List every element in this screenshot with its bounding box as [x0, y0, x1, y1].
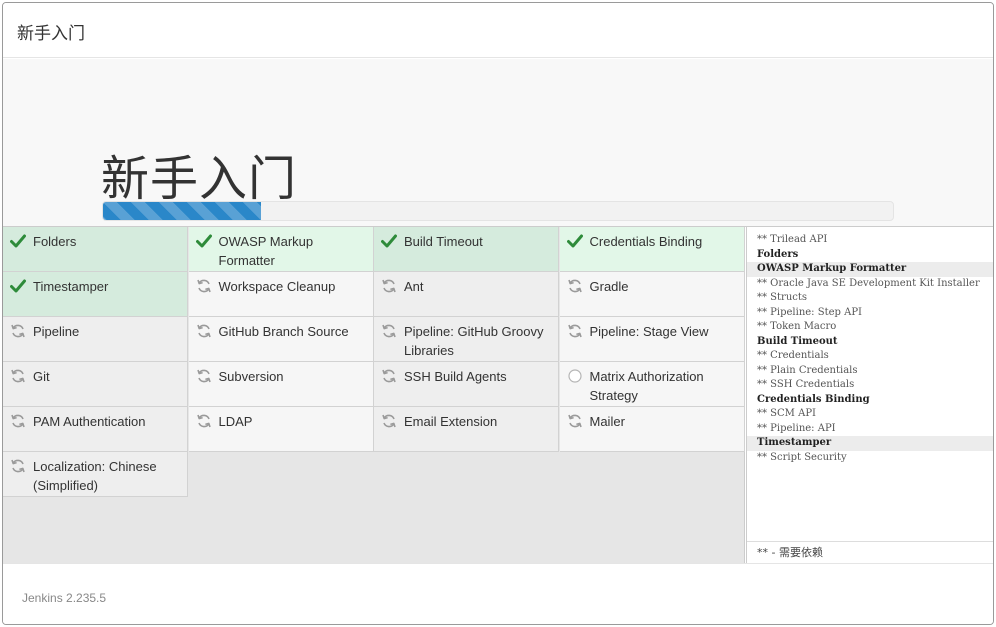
refresh-icon [10, 323, 26, 339]
log-dependency-line: ** Token Macro [757, 321, 837, 332]
header-title: 新手入门 [17, 24, 85, 44]
check-icon [381, 233, 397, 249]
plugin-name: Folders [33, 234, 77, 249]
refresh-icon [381, 413, 397, 429]
log-dependency-line: ** SCM API [757, 408, 816, 419]
circle-icon [567, 368, 583, 384]
plugin-name: Credentials Binding [589, 234, 703, 249]
plugin-item: Workspace Cleanup [188, 272, 374, 317]
refresh-icon [10, 413, 26, 429]
plugin-name: Pipeline: GitHub Groovy Libraries [404, 324, 544, 358]
plugin-item: GitHub Branch Source [188, 317, 374, 362]
plugin-item: Pipeline: Stage View [559, 317, 745, 362]
plugin-item: Ant [374, 272, 559, 317]
plugin-name: SSH Build Agents [404, 369, 507, 384]
plugin-name: Git [33, 369, 50, 384]
log-plugin-line: OWASP Markup Formatter [747, 262, 993, 277]
plugin-item: LDAP [188, 407, 374, 452]
plugin-name: Ant [404, 279, 424, 294]
plugin-name: Gradle [589, 279, 629, 294]
refresh-icon [567, 278, 583, 294]
check-icon [10, 233, 26, 249]
plugin-name: Pipeline: Stage View [589, 324, 709, 339]
check-icon [195, 233, 212, 249]
progress-bar [103, 202, 261, 220]
install-log: ** Trilead API Folders OWASP Markup Format… [747, 233, 993, 465]
log-dependency-line: ** Pipeline: Step API [757, 306, 862, 318]
log-dependency-line: ** Plain Credentials [757, 364, 858, 376]
plugin-name: OWASP Markup Formatter [218, 234, 314, 268]
log-dependency-line: ** Oracle Java SE Development Kit Instal… [757, 277, 980, 289]
plugin-item: Gradle [559, 272, 745, 317]
setup-wizard-dialog: 新手入门 新手入门 Folders OWASP Markup Formatter B… [2, 2, 994, 625]
dialog-header: 新手入门 [3, 3, 993, 58]
plugin-item: Credentials Binding [559, 227, 745, 272]
plugin-item: OWASP Markup Formatter [188, 227, 374, 272]
plugin-name: Email Extension [404, 414, 498, 429]
refresh-icon [381, 323, 397, 339]
log-plugin-line: Folders [757, 248, 799, 260]
log-dependency-line: ** Script Security [757, 451, 847, 463]
plugin-item: Pipeline: GitHub Groovy Libraries [374, 317, 559, 362]
plugin-item: Pipeline [3, 317, 188, 362]
log-dependency-line: ** SSH Credentials [757, 379, 855, 390]
refresh-icon [381, 278, 397, 294]
plugin-name: GitHub Branch Source [218, 324, 349, 339]
refresh-icon [196, 368, 212, 384]
refresh-icon [567, 323, 583, 339]
plugin-item: Matrix Authorization Strategy [559, 362, 745, 407]
log-plugin-line: Build Timeout [757, 335, 838, 347]
plugin-item: Folders [3, 227, 188, 272]
plugin-list-area: Folders OWASP Markup Formatter Build Timeo… [3, 227, 745, 563]
plugin-name: Timestamper [33, 279, 109, 294]
refresh-icon [196, 413, 212, 429]
log-dependency-line: ** Trilead API [757, 234, 828, 245]
plugin-item: Git [3, 362, 188, 407]
plugin-name: Pipeline [33, 324, 80, 339]
plugin-item: Mailer [559, 407, 745, 452]
jumbotron: 新手入门 [3, 59, 993, 227]
refresh-icon [10, 368, 26, 384]
plugin-item: Subversion [188, 362, 374, 407]
plugin-name: LDAP [218, 414, 253, 429]
plugin-item: Email Extension [374, 407, 559, 452]
install-log-panel[interactable]: ** Trilead API Folders OWASP Markup Format… [746, 227, 993, 563]
plugin-name: Build Timeout [404, 234, 483, 249]
log-plugin-line: Credentials Binding [757, 393, 870, 405]
log-dependency-line: ** Pipeline: API [757, 422, 836, 434]
plugin-item: Localization: Chinese (Simplified) [3, 452, 188, 497]
check-icon [566, 233, 583, 249]
refresh-icon [567, 413, 583, 429]
install-progress [102, 201, 894, 221]
log-legend: ** - 需要依赖 [747, 541, 993, 563]
jenkins-version: Jenkins 2.235.5 [22, 591, 107, 605]
plugin-name: Localization: Chinese (Simplified) [33, 459, 157, 493]
plugin-item: Build Timeout [374, 227, 559, 272]
log-plugin-line: Timestamper [747, 436, 993, 451]
refresh-icon [10, 458, 26, 474]
plugin-name: Workspace Cleanup [218, 279, 336, 294]
check-icon [10, 278, 26, 294]
plugin-name: Matrix Authorization Strategy [589, 369, 704, 403]
log-dependency-line: ** Structs [757, 292, 808, 303]
refresh-icon [381, 368, 397, 384]
refresh-icon [196, 323, 212, 339]
plugin-item: SSH Build Agents [374, 362, 559, 407]
refresh-icon [196, 278, 212, 294]
plugin-name: Mailer [589, 414, 625, 429]
plugin-item: PAM Authentication [3, 407, 188, 452]
log-dependency-line: ** Credentials [757, 350, 829, 361]
plugin-name: Subversion [218, 369, 284, 384]
plugin-item: Timestamper [3, 272, 188, 317]
plugin-name: PAM Authentication [33, 414, 146, 429]
dialog-footer: Jenkins 2.235.5 [3, 563, 993, 624]
page-title: 新手入门 [101, 151, 298, 207]
